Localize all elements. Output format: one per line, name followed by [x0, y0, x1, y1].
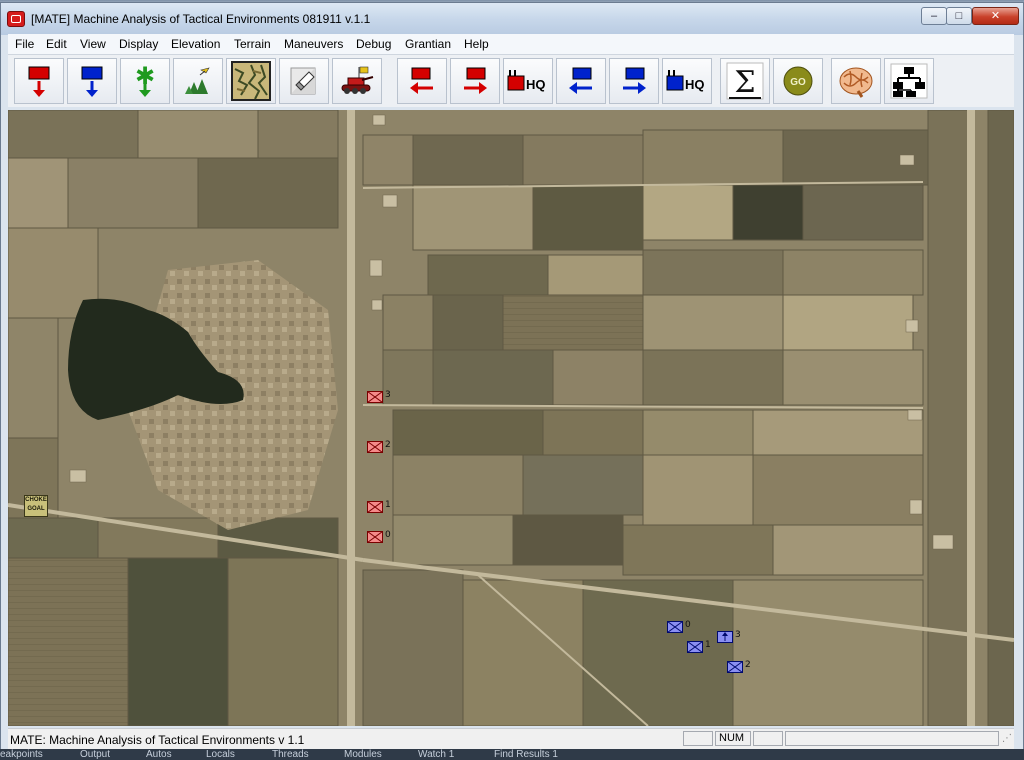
menu-debug[interactable]: Debug [356, 37, 391, 51]
unit-id-label: 2 [385, 440, 391, 450]
menu-display[interactable]: Display [119, 37, 158, 51]
hierarchy-button[interactable] [884, 58, 934, 104]
tab-locals[interactable]: Locals [206, 749, 235, 760]
blue-flag-down-arrow-icon [81, 66, 103, 97]
red-hq-icon: HQ [507, 70, 546, 92]
toolbar: ✱ HQ HQ Σ GO [8, 54, 1014, 107]
terrain-imagery [8, 110, 1014, 726]
eraser-icon [290, 67, 316, 95]
menu-maneuvers[interactable]: Maneuvers [284, 37, 343, 51]
tab-output[interactable]: Output [80, 749, 110, 760]
trees-icon [185, 67, 210, 94]
go-button[interactable]: GO [773, 58, 823, 104]
svg-text:GO: GO [790, 77, 806, 88]
menu-grantian[interactable]: Grantian [405, 37, 451, 51]
ide-tool-tabs: eakpoints Output Autos Locals Threads Mo… [0, 749, 1024, 760]
svg-text:HQ: HQ [685, 77, 705, 92]
status-bar: MATE: Machine Analysis of Tactical Envir… [8, 728, 1014, 749]
eraser-button[interactable] [279, 58, 329, 104]
svg-text:Σ: Σ [734, 65, 755, 100]
trees-button[interactable] [173, 58, 223, 104]
blue-infantry-icon [667, 621, 683, 633]
tab-autos[interactable]: Autos [146, 749, 172, 760]
tank-icon [341, 66, 374, 94]
red-infantry-icon [367, 391, 383, 403]
sigma-icon: Σ [726, 62, 764, 100]
tab-threads[interactable]: Threads [272, 749, 309, 760]
tank-button[interactable] [332, 58, 382, 104]
red-hq-button[interactable]: HQ [503, 58, 553, 104]
menu-elevation[interactable]: Elevation [171, 37, 220, 51]
close-button[interactable]: ✕ [972, 7, 1019, 25]
unit-id-label: 1 [705, 640, 711, 650]
blue-unit-down-button[interactable] [67, 58, 117, 104]
choke-label: CHOKE [25, 497, 47, 503]
satellite-map-canvas[interactable]: CHOKE GOAL 3 2 1 0 0 1 2 3 [8, 110, 1014, 726]
blue-hq-icon: HQ [666, 70, 705, 92]
unit-id-label: 0 [385, 530, 391, 540]
org-chart-icon [890, 63, 928, 99]
app-icon[interactable] [7, 11, 25, 27]
red-infantry-icon [367, 531, 383, 543]
menu-file[interactable]: File [15, 37, 34, 51]
unit-id-label: 2 [745, 660, 751, 670]
blue-hq-button[interactable]: HQ [662, 58, 712, 104]
unit-id-label: 0 [685, 620, 691, 630]
blue-left-arrow-icon [569, 67, 592, 94]
blue-right-arrow-icon [623, 67, 646, 94]
tab-find-results[interactable]: Find Results 1 [494, 749, 558, 760]
minimize-button[interactable]: – [921, 7, 947, 25]
tab-breakpoints[interactable]: eakpoints [0, 749, 43, 760]
tab-watch-1[interactable]: Watch 1 [418, 749, 454, 760]
blue-recon-icon [717, 631, 733, 643]
unit-id-label: 1 [385, 500, 391, 510]
menu-view[interactable]: View [80, 37, 106, 51]
goal-label: GOAL [27, 506, 45, 512]
unit-id-label: 3 [385, 390, 391, 400]
red-right-arrow-icon [464, 67, 487, 94]
go-icon: GO [783, 66, 813, 96]
red-left-arrow-icon [410, 67, 433, 94]
resize-grip[interactable]: ⋰ [1002, 733, 1012, 744]
map-thumbnail-icon [231, 61, 271, 101]
vegetation-button[interactable]: ✱ [120, 58, 170, 104]
unit-id-label: 3 [735, 630, 741, 640]
tab-modules[interactable]: Modules [344, 749, 382, 760]
window-title: [MATE] Machine Analysis of Tactical Envi… [31, 12, 371, 26]
red-flag-down-arrow-icon [28, 66, 50, 97]
menu-bar: File Edit View Display Elevation Terrain… [8, 34, 1014, 54]
status-message: MATE: Machine Analysis of Tactical Envir… [10, 733, 305, 747]
menu-terrain[interactable]: Terrain [234, 37, 271, 51]
status-pane-scrl [753, 731, 783, 746]
red-move-left-button[interactable] [397, 58, 447, 104]
title-bar[interactable]: [MATE] Machine Analysis of Tactical Envi… [1, 3, 1023, 35]
red-infantry-icon [367, 441, 383, 453]
red-infantry-icon [367, 501, 383, 513]
terrain-map-button[interactable] [226, 58, 276, 104]
brain-icon [839, 67, 873, 98]
menu-edit[interactable]: Edit [46, 37, 67, 51]
status-pane-caps [683, 731, 713, 746]
blue-move-right-button[interactable] [609, 58, 659, 104]
blue-move-left-button[interactable] [556, 58, 606, 104]
brain-button[interactable] [831, 58, 881, 104]
blue-infantry-icon [727, 661, 743, 673]
status-pane-extra [785, 731, 999, 746]
maximize-button[interactable]: □ [946, 7, 972, 25]
red-move-right-button[interactable] [450, 58, 500, 104]
green-asterisk-icon: ✱ [135, 64, 155, 97]
red-unit-down-button[interactable] [14, 58, 64, 104]
blue-infantry-icon [687, 641, 703, 653]
svg-text:HQ: HQ [526, 77, 546, 92]
choke-goal-marker[interactable]: CHOKE GOAL [24, 495, 48, 517]
sum-button[interactable]: Σ [720, 58, 770, 104]
status-pane-num: NUM [715, 731, 751, 746]
menu-help[interactable]: Help [464, 37, 489, 51]
